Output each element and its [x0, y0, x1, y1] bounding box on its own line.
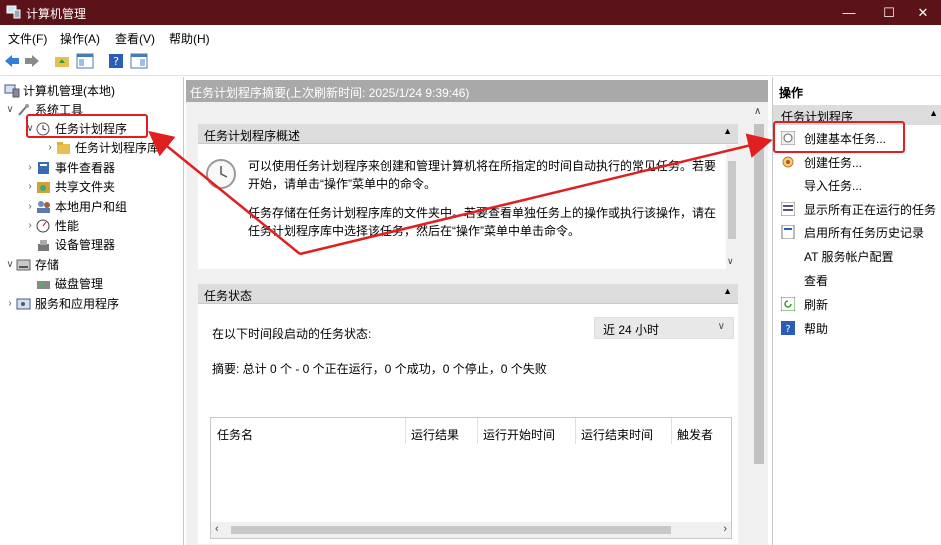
chevron-right-icon[interactable]: ›: [24, 181, 36, 192]
status-section-header[interactable]: 任务状态 ▲: [198, 284, 738, 304]
history-icon: [781, 224, 795, 240]
action-enable-task-history[interactable]: 启用所有任务历史记录: [773, 221, 941, 243]
overview-section-header[interactable]: 任务计划程序概述 ▲: [198, 124, 738, 144]
chevron-right-icon[interactable]: ›: [24, 220, 36, 231]
tree-item-root[interactable]: 计算机管理(本地): [4, 81, 115, 100]
summary-header: 任务计划程序摘要(上次刷新时间: 2025/1/24 9:39:46): [186, 80, 768, 102]
show-hide-action-pane-icon[interactable]: [130, 53, 148, 71]
chevron-right-icon[interactable]: ›: [4, 298, 16, 309]
tree-item-shared-folders[interactable]: › 共享文件夹: [24, 177, 115, 196]
tree-item-performance[interactable]: › 性能: [24, 216, 79, 235]
forward-icon[interactable]: [24, 53, 40, 71]
main-pane: 任务计划程序摘要(上次刷新时间: 2025/1/24 9:39:46) 任务计划…: [186, 77, 768, 545]
menu-view[interactable]: 查看(V): [115, 30, 155, 47]
column-triggered-by[interactable]: 触发者: [677, 426, 713, 443]
status-period-label: 在以下时间段启动的任务状态:: [212, 327, 372, 341]
close-button[interactable]: ✕: [900, 0, 941, 25]
tree-item-services-applications[interactable]: › 服务和应用程序: [4, 294, 119, 313]
refresh-icon: [780, 296, 796, 312]
show-hide-tree-icon[interactable]: [76, 53, 94, 71]
chevron-down-icon: ∨: [717, 321, 725, 332]
overview-section: 任务计划程序概述 ▲ 可以使用任务计划程序来创建和管理计算机将在所指定的时间自动…: [198, 124, 738, 269]
users-icon: [36, 200, 52, 214]
device-manager-icon: [36, 238, 52, 252]
scroll-right-icon[interactable]: ›: [723, 523, 727, 535]
tree-item-device-manager[interactable]: 设备管理器: [36, 235, 115, 254]
help-toolbar-icon[interactable]: ?: [108, 53, 124, 71]
svg-text:?: ?: [113, 55, 119, 68]
help-icon: ?: [781, 321, 795, 335]
column-run-start[interactable]: 运行开始时间: [483, 426, 555, 443]
title-bar: 计算机管理 — ☐ ✕: [0, 0, 941, 25]
task-status-section: 任务状态 ▲ 在以下时间段启动的任务状态: 近 24 小时 ∨ 摘要: 总计 0…: [198, 284, 738, 544]
navigation-tree: 计算机管理(本地) ∨ 系统工具 ∨ 任务计划程序 › 任务计划程序库 › 事件…: [0, 77, 184, 545]
overview-scroll-thumb[interactable]: [728, 161, 736, 239]
overview-paragraph-1: 可以使用任务计划程序来创建和管理计算机将在所指定的时间自动执行的常见任务。若要 …: [248, 159, 717, 191]
svg-text:?: ?: [785, 324, 790, 335]
status-summary: 摘要: 总计 0 个 - 0 个正在运行，0 个成功，0 个停止，0 个失败: [212, 362, 547, 376]
running-tasks-icon: [780, 201, 796, 217]
action-at-service-config[interactable]: AT 服务帐户配置: [773, 245, 941, 267]
chevron-down-icon[interactable]: ∨: [4, 259, 16, 270]
action-create-task[interactable]: 创建任务...: [773, 151, 941, 173]
event-viewer-icon: [36, 161, 52, 175]
tree-item-local-users-groups[interactable]: › 本地用户和组: [24, 197, 127, 216]
table-hscroll-thumb[interactable]: [231, 526, 671, 534]
create-task-icon: [781, 155, 795, 169]
chevron-right-icon[interactable]: ›: [24, 162, 36, 173]
computer-management-icon: [4, 84, 20, 98]
performance-icon: [36, 219, 52, 233]
scroll-left-icon[interactable]: ‹: [215, 523, 219, 535]
scroll-down-icon[interactable]: ∨: [727, 256, 734, 267]
column-run-end[interactable]: 运行结束时间: [581, 426, 653, 443]
task-status-table: 任务名 运行结果 运行开始时间 运行结束时间 触发者 ‹ ›: [210, 417, 732, 539]
action-refresh[interactable]: 刷新: [773, 293, 941, 315]
toolbar: ?: [0, 48, 941, 76]
collapse-icon[interactable]: ▲: [929, 108, 938, 118]
main-vscroll-thumb[interactable]: [754, 124, 764, 464]
action-show-running-tasks[interactable]: 显示所有正在运行的任务: [773, 198, 941, 220]
tree-item-disk-management[interactable]: 磁盘管理: [36, 274, 103, 293]
menu-bar: 文件(F) 操作(A) 查看(V) 帮助(H): [0, 25, 941, 48]
task-scheduler-clock-icon: [206, 159, 236, 189]
overview-paragraph-2: 任务存储在任务计划程序库的文件夹中。若要查看单独任务上的操作或执行该操作，请在 …: [248, 206, 717, 238]
services-icon: [16, 297, 32, 311]
action-view[interactable]: 查看: [773, 269, 941, 291]
menu-action[interactable]: 操作(A): [60, 30, 100, 47]
column-run-result[interactable]: 运行结果: [411, 426, 459, 443]
computer-management-icon: [6, 5, 21, 19]
collapse-icon[interactable]: ▲: [723, 126, 732, 136]
collapse-icon[interactable]: ▲: [723, 286, 732, 296]
folder-icon: [56, 141, 72, 155]
main-vscrollbar[interactable]: ∧: [750, 102, 768, 545]
highlight-task-scheduler: [26, 114, 148, 138]
tree-item-task-scheduler-library[interactable]: › 任务计划程序库: [44, 138, 159, 157]
menu-help[interactable]: 帮助(H): [169, 30, 210, 47]
chevron-right-icon[interactable]: ›: [44, 142, 56, 153]
shared-folder-icon: [36, 180, 52, 194]
menu-file[interactable]: 文件(F): [8, 30, 47, 47]
storage-icon: [16, 258, 32, 272]
chevron-right-icon[interactable]: ›: [24, 201, 36, 212]
overview-scrollbar[interactable]: ∨: [726, 145, 738, 269]
action-import-task[interactable]: 导入任务...: [773, 174, 941, 196]
tree-item-event-viewer[interactable]: › 事件查看器: [24, 158, 115, 177]
highlight-create-basic-task: [773, 121, 905, 153]
table-hscrollbar[interactable]: ‹ ›: [211, 522, 731, 538]
scroll-up-icon[interactable]: ∧: [754, 106, 761, 117]
tree-item-storage[interactable]: ∨ 存储: [4, 255, 59, 274]
back-icon[interactable]: [4, 53, 20, 71]
actions-title: 操作: [779, 86, 804, 100]
time-range-dropdown[interactable]: 近 24 小时 ∨: [594, 317, 734, 339]
summary-body: 任务计划程序概述 ▲ 可以使用任务计划程序来创建和管理计算机将在所指定的时间自动…: [186, 102, 750, 545]
disk-icon: [36, 277, 52, 291]
column-task-name[interactable]: 任务名: [217, 426, 253, 443]
up-folder-icon[interactable]: [54, 53, 70, 71]
window-title: 计算机管理: [26, 7, 87, 21]
chevron-down-icon[interactable]: ∨: [4, 104, 16, 115]
action-help[interactable]: ? 帮助: [773, 317, 941, 339]
